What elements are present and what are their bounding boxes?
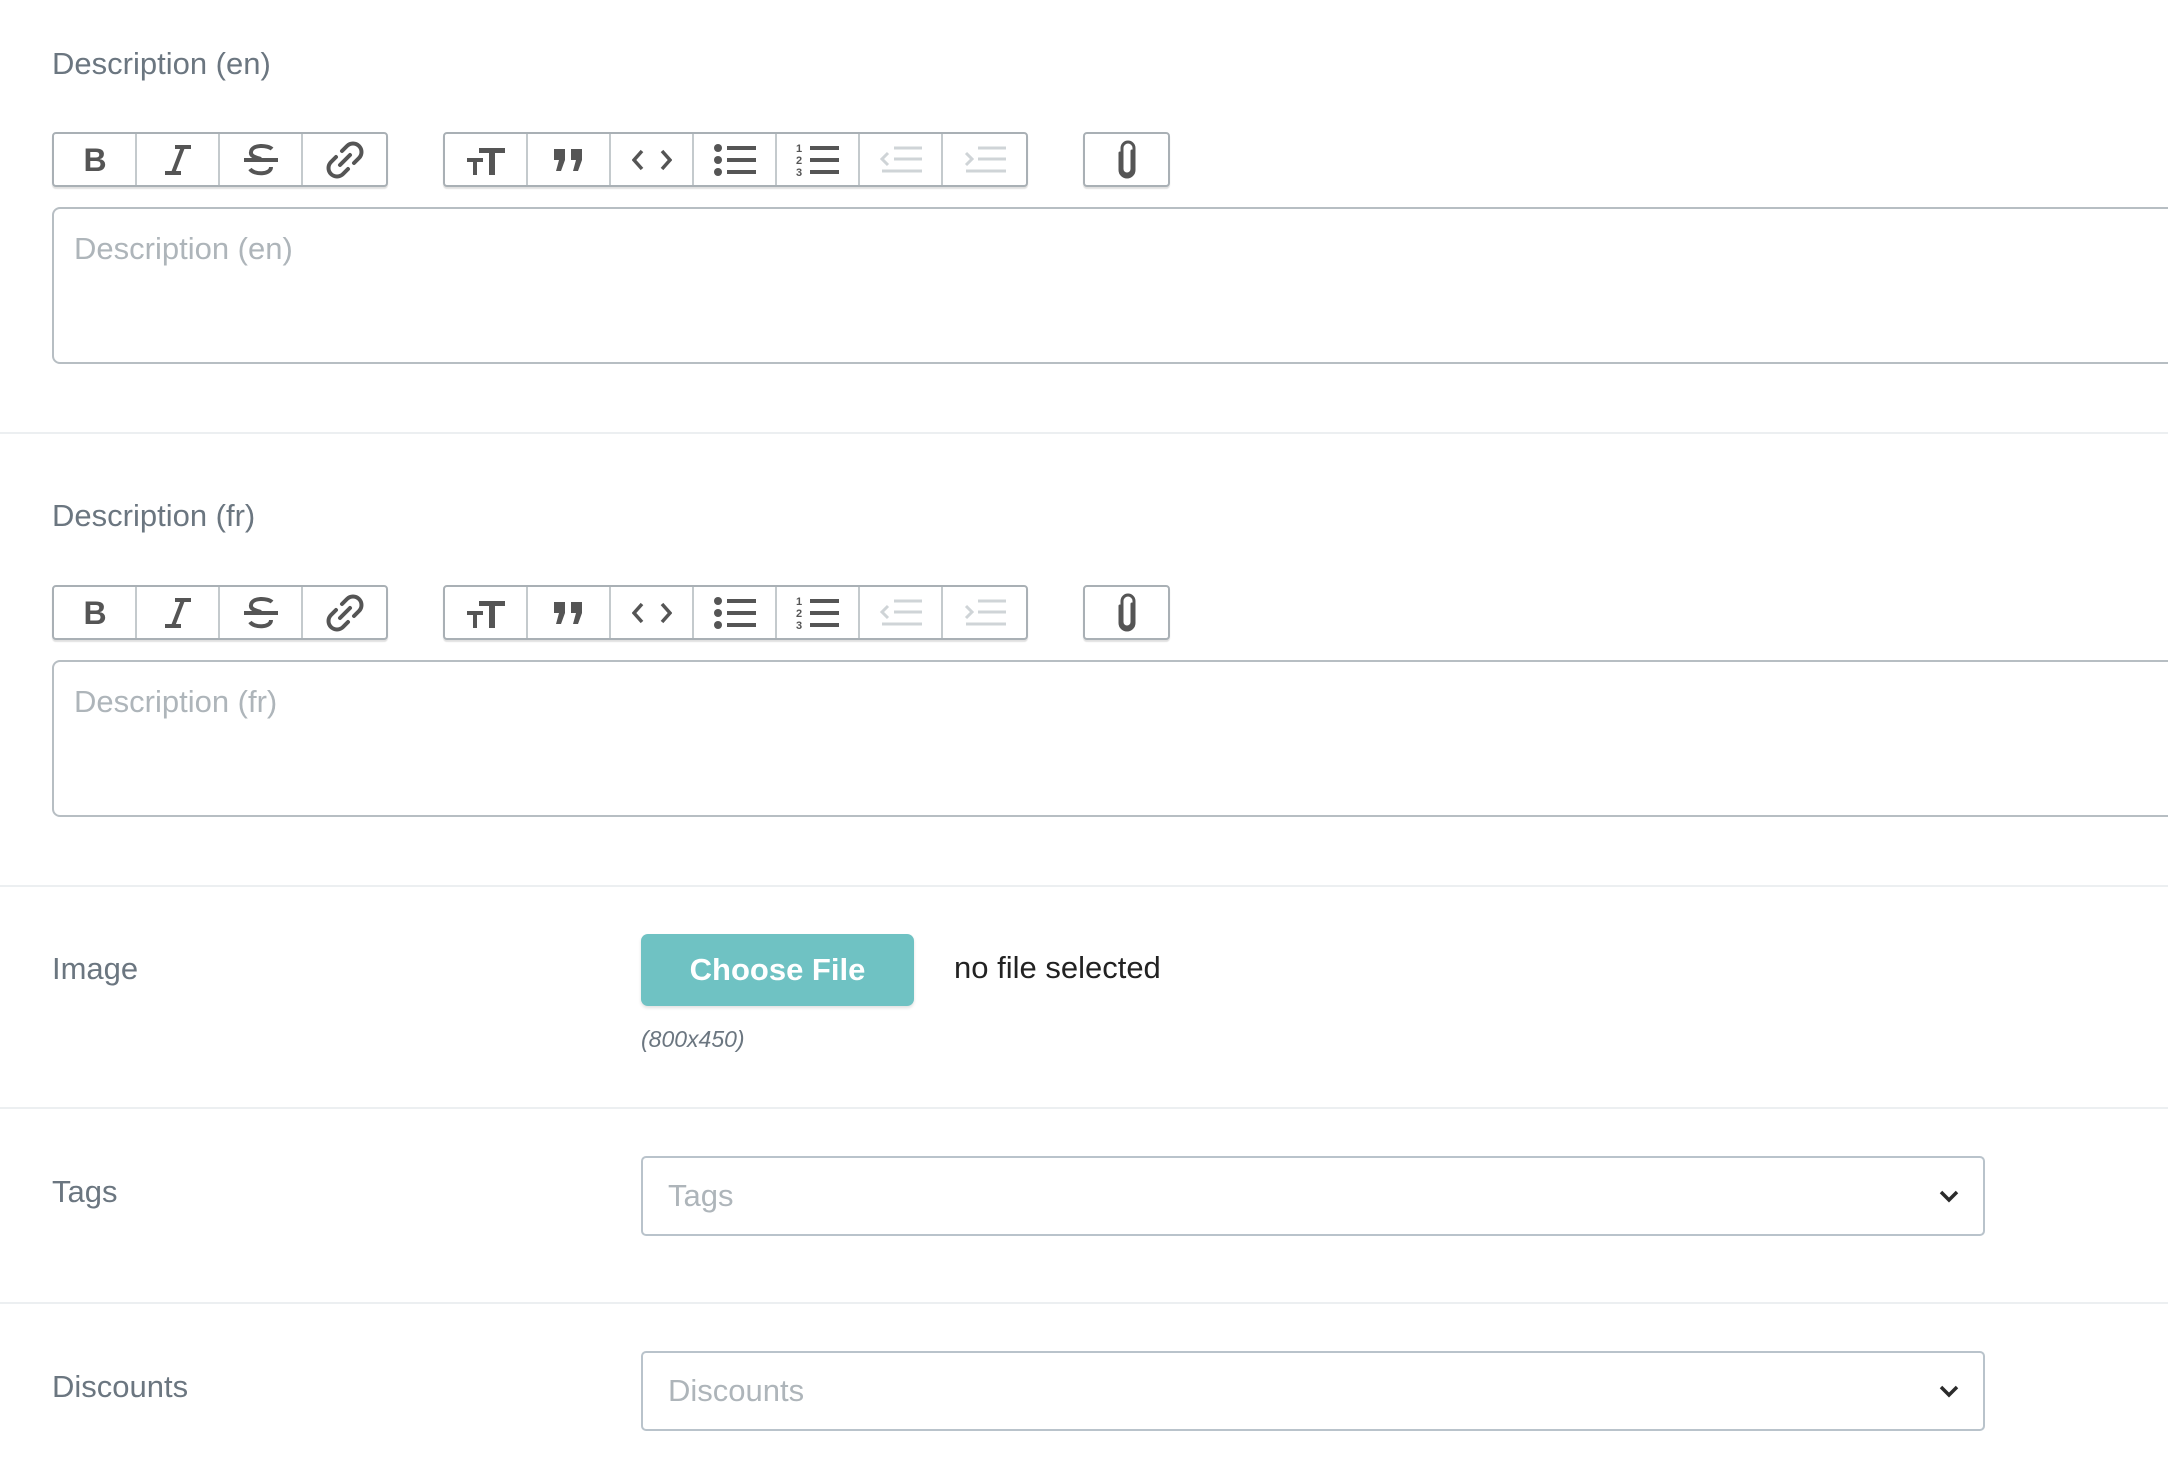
bold-button[interactable]: B [54, 134, 137, 185]
description-en-label: Description (en) [52, 46, 271, 81]
link-icon [326, 141, 363, 178]
description-en-section: Description (en) B 123 Description (en) [0, 0, 2168, 434]
paperclip-icon [1118, 140, 1135, 178]
svg-text:2: 2 [796, 155, 802, 167]
attach-button[interactable] [1085, 134, 1168, 185]
code-icon [631, 149, 672, 170]
choose-file-button[interactable]: Choose File [641, 934, 914, 1006]
numbered-list-button[interactable]: 123 [777, 587, 860, 638]
description-fr-section: Description (fr) B 123 Description (fr) [0, 432, 2168, 887]
strikethrough-button[interactable] [220, 134, 303, 185]
heading-icon [466, 147, 505, 175]
numbered-list-icon: 123 [796, 143, 839, 178]
block-tools-group: 123 [443, 132, 1028, 187]
image-label: Image [52, 951, 139, 986]
svg-text:B: B [83, 144, 106, 176]
bullet-list-button[interactable] [694, 587, 777, 638]
description-fr-editor[interactable]: Description (fr) [52, 660, 2168, 817]
description-fr-label: Description (fr) [52, 498, 256, 533]
svg-text:B: B [83, 597, 106, 629]
block-tools-group: 123 [443, 585, 1028, 640]
image-size-hint: (800x450) [641, 1026, 745, 1052]
text-tools-group: B [52, 132, 388, 187]
image-section [0, 885, 2168, 1109]
code-icon [631, 602, 672, 623]
quote-icon [553, 148, 582, 171]
attach-button[interactable] [1085, 587, 1168, 638]
strikethrough-icon [243, 143, 278, 175]
indent-button[interactable] [943, 134, 1026, 185]
svg-text:1: 1 [796, 143, 802, 155]
file-tools-group [1083, 132, 1170, 187]
code-button[interactable] [611, 134, 694, 185]
bold-icon: B [83, 144, 106, 176]
heading-icon [466, 600, 505, 628]
tags-placeholder: Tags [668, 1178, 734, 1213]
strikethrough-icon [243, 596, 278, 628]
file-tools-group [1083, 585, 1170, 640]
quote-button[interactable] [528, 134, 611, 185]
heading-button[interactable] [445, 587, 528, 638]
file-status-text: no file selected [954, 950, 1161, 985]
text-tools-group: B [52, 585, 388, 640]
bold-icon: B [83, 597, 106, 629]
discounts-label: Discounts [52, 1369, 189, 1404]
description-fr-placeholder: Description (fr) [74, 684, 278, 719]
discounts-select[interactable]: Discounts [641, 1351, 1985, 1431]
link-button[interactable] [303, 134, 386, 185]
bullet-list-icon [713, 596, 756, 629]
numbered-list-icon: 123 [796, 596, 839, 631]
italic-button[interactable] [137, 134, 220, 185]
italic-icon [164, 597, 191, 628]
chevron-down-icon [1939, 1385, 1959, 1398]
outdent-icon [879, 146, 922, 172]
svg-text:3: 3 [796, 167, 802, 178]
bullet-list-button[interactable] [694, 134, 777, 185]
italic-button[interactable] [137, 587, 220, 638]
tags-label: Tags [52, 1174, 118, 1209]
numbered-list-button[interactable]: 123 [777, 134, 860, 185]
quote-button[interactable] [528, 587, 611, 638]
heading-button[interactable] [445, 134, 528, 185]
outdent-button[interactable] [860, 587, 943, 638]
link-icon [326, 594, 363, 631]
indent-button[interactable] [943, 587, 1026, 638]
svg-text:1: 1 [796, 596, 802, 608]
indent-icon [964, 599, 1006, 625]
outdent-button[interactable] [860, 134, 943, 185]
discounts-placeholder: Discounts [668, 1373, 805, 1408]
link-button[interactable] [303, 587, 386, 638]
description-en-placeholder: Description (en) [74, 231, 293, 266]
svg-text:2: 2 [796, 608, 802, 620]
code-button[interactable] [611, 587, 694, 638]
indent-icon [964, 146, 1006, 172]
description-en-editor[interactable]: Description (en) [52, 207, 2168, 364]
quote-icon [553, 601, 582, 624]
outdent-icon [879, 599, 922, 625]
bullet-list-icon [713, 143, 756, 176]
bold-button[interactable]: B [54, 587, 137, 638]
tags-select[interactable]: Tags [641, 1156, 1985, 1236]
svg-text:3: 3 [796, 620, 802, 631]
italic-icon [164, 144, 191, 175]
strikethrough-button[interactable] [220, 587, 303, 638]
paperclip-icon [1118, 593, 1135, 631]
chevron-down-icon [1939, 1190, 1959, 1203]
